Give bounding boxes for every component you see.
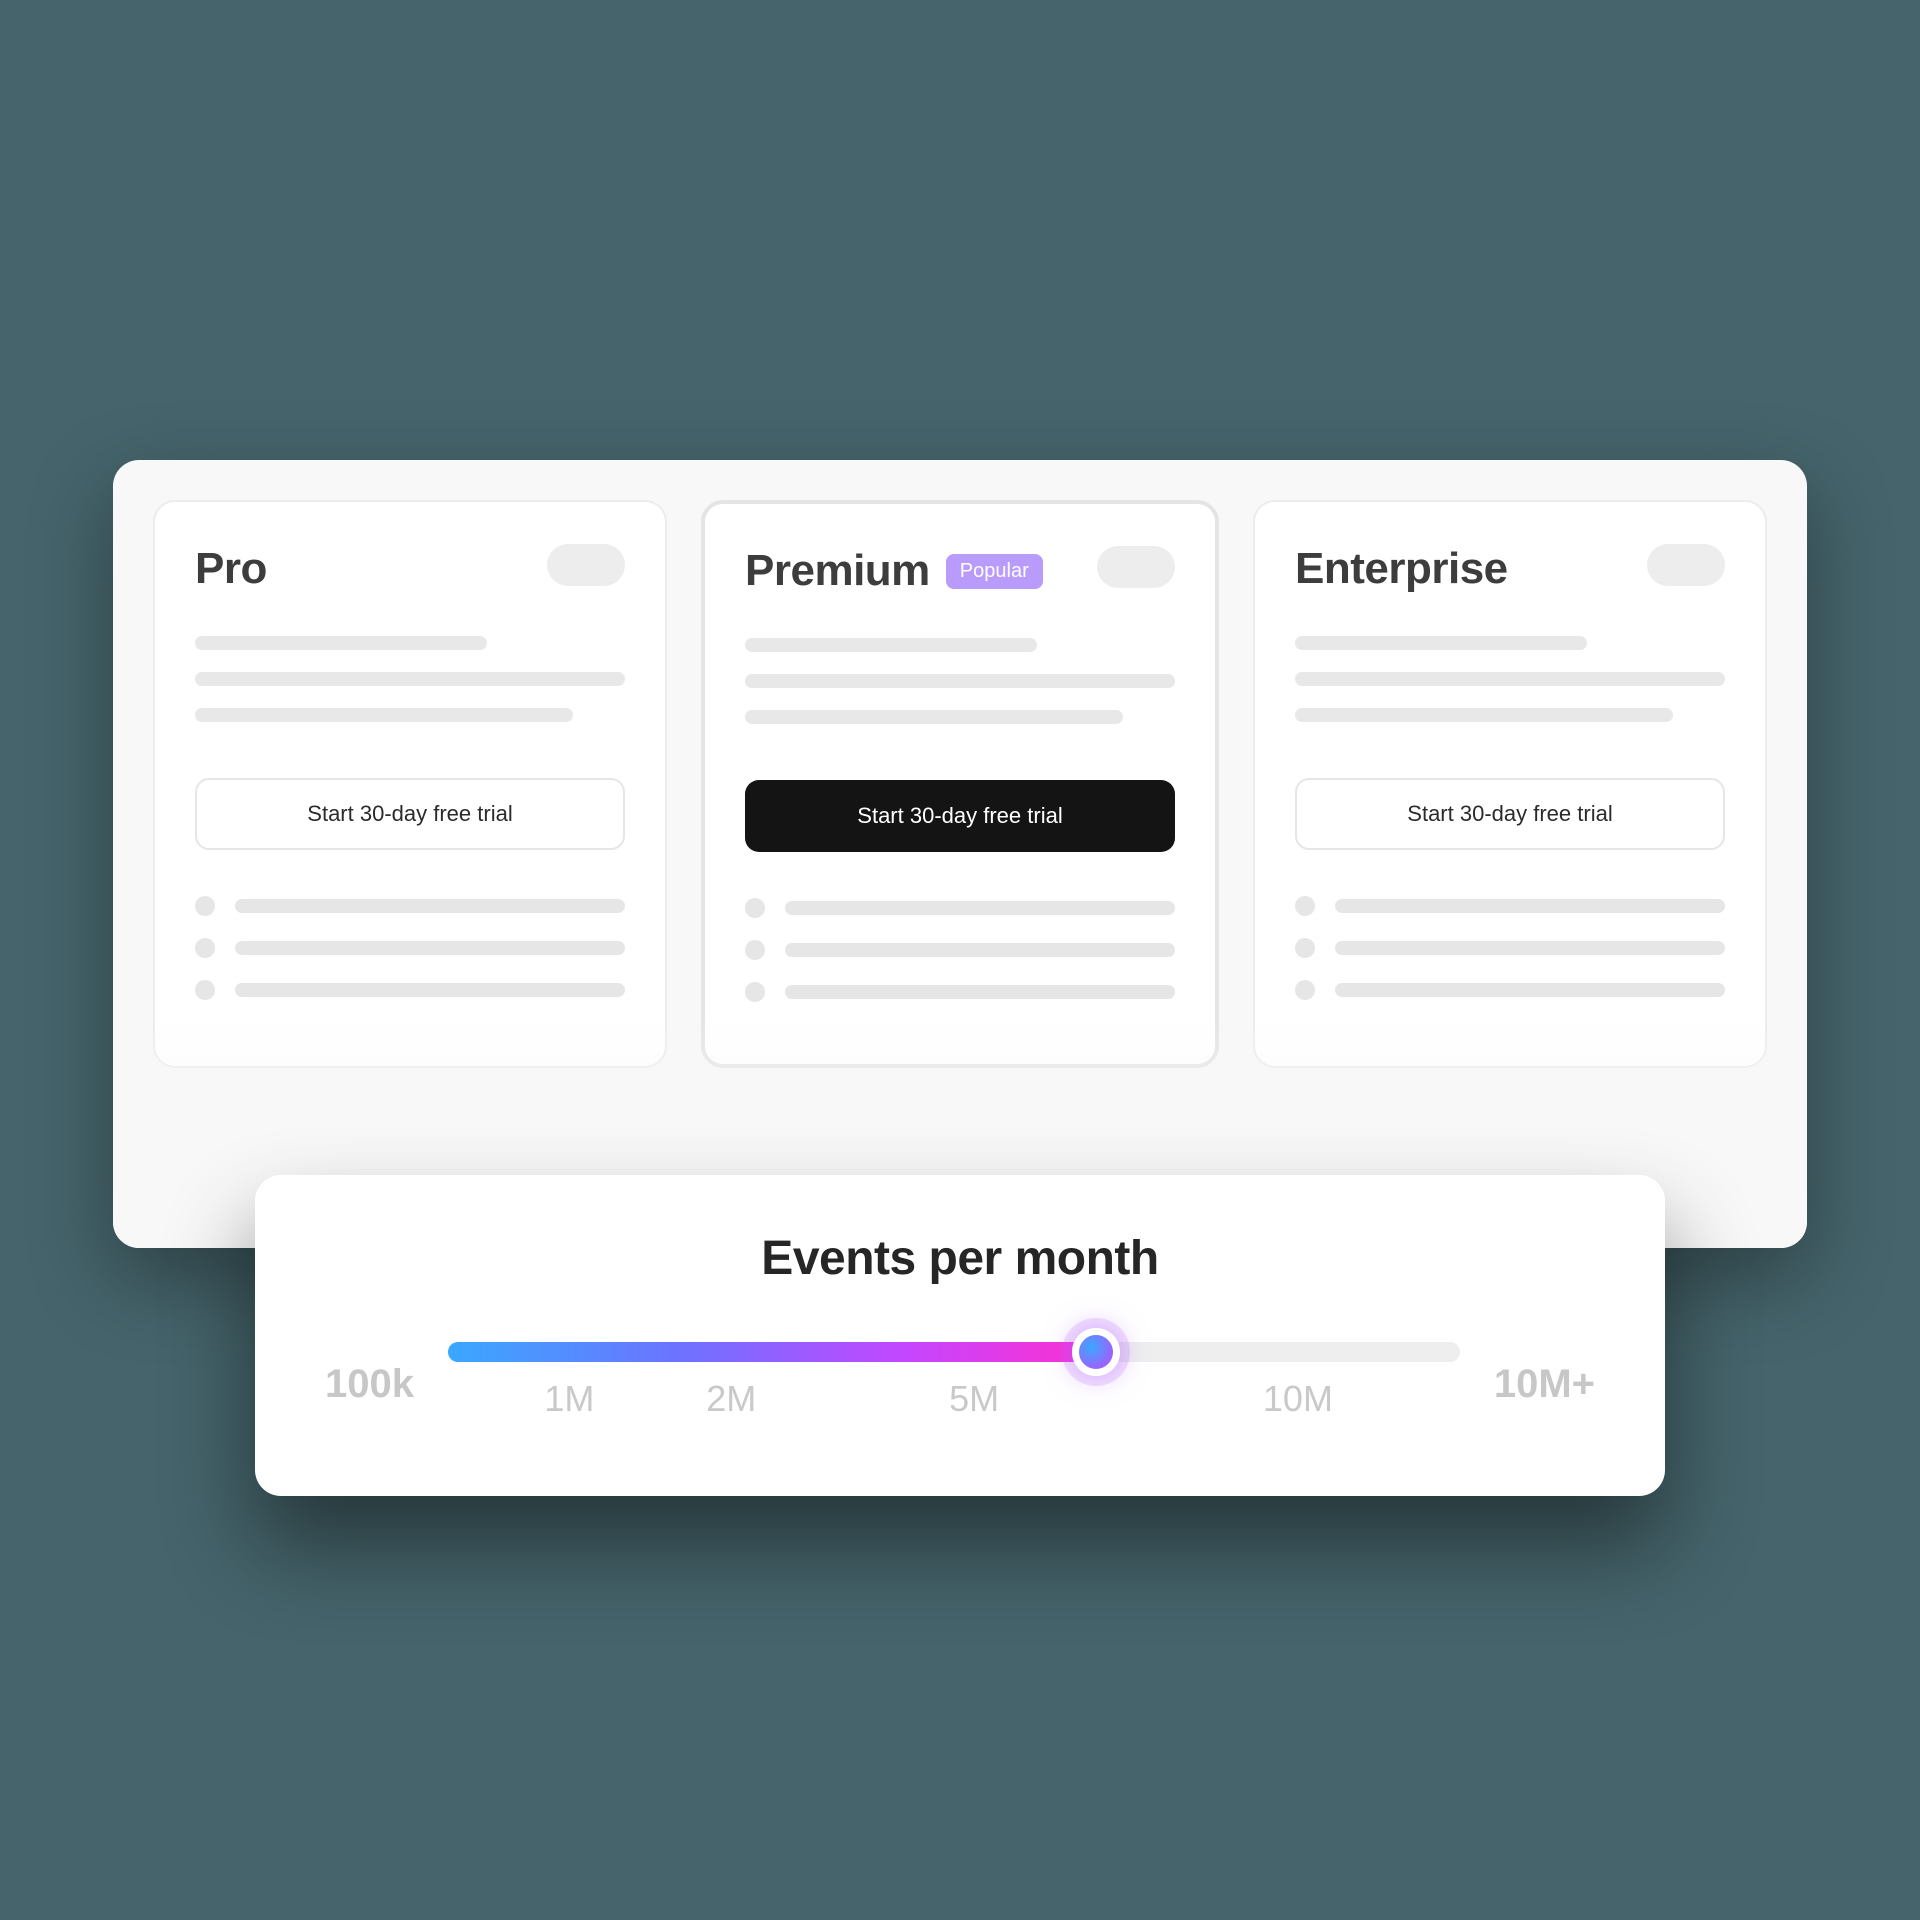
slider-max-label: 10M+ (1494, 1362, 1595, 1407)
slider-min-label: 100k (325, 1362, 414, 1407)
plan-card-enterprise: Enterprise Start 30-day free trial (1253, 500, 1767, 1068)
plan-card-premium: Premium Popular Start 30-day free trial (701, 500, 1219, 1068)
plan-description-skeleton (1295, 636, 1725, 722)
plan-name: Premium (745, 546, 930, 596)
price-pill (547, 544, 625, 586)
plan-name: Enterprise (1295, 544, 1508, 594)
slider-tick: 1M (544, 1378, 594, 1420)
pricing-panel: Pro Start 30-day free trial Premium Popu… (113, 460, 1807, 1248)
feature-list-skeleton (195, 896, 625, 1000)
slider-title: Events per month (325, 1231, 1595, 1286)
price-pill (1647, 544, 1725, 586)
slider-track-wrap: 1M 2M 5M 10M (448, 1342, 1460, 1426)
slider-track[interactable] (448, 1342, 1460, 1362)
start-trial-button[interactable]: Start 30-day free trial (1295, 778, 1725, 850)
start-trial-button[interactable]: Start 30-day free trial (745, 780, 1175, 852)
plan-description-skeleton (195, 636, 625, 722)
slider-fill (448, 1342, 1096, 1362)
slider-tick: 5M (949, 1378, 999, 1420)
slider-tick: 2M (706, 1378, 756, 1420)
feature-list-skeleton (1295, 896, 1725, 1000)
events-slider-card: Events per month 100k 1M 2M 5M 10M 10M+ (255, 1175, 1665, 1496)
price-pill (1097, 546, 1175, 588)
plan-description-skeleton (745, 638, 1175, 724)
plan-card-pro: Pro Start 30-day free trial (153, 500, 667, 1068)
popular-badge: Popular (946, 554, 1043, 589)
slider-ticks: 1M 2M 5M 10M (448, 1378, 1460, 1426)
start-trial-button[interactable]: Start 30-day free trial (195, 778, 625, 850)
plan-name: Pro (195, 544, 267, 594)
slider-thumb[interactable] (1072, 1328, 1120, 1376)
slider-tick: 10M (1263, 1378, 1333, 1420)
feature-list-skeleton (745, 898, 1175, 1002)
